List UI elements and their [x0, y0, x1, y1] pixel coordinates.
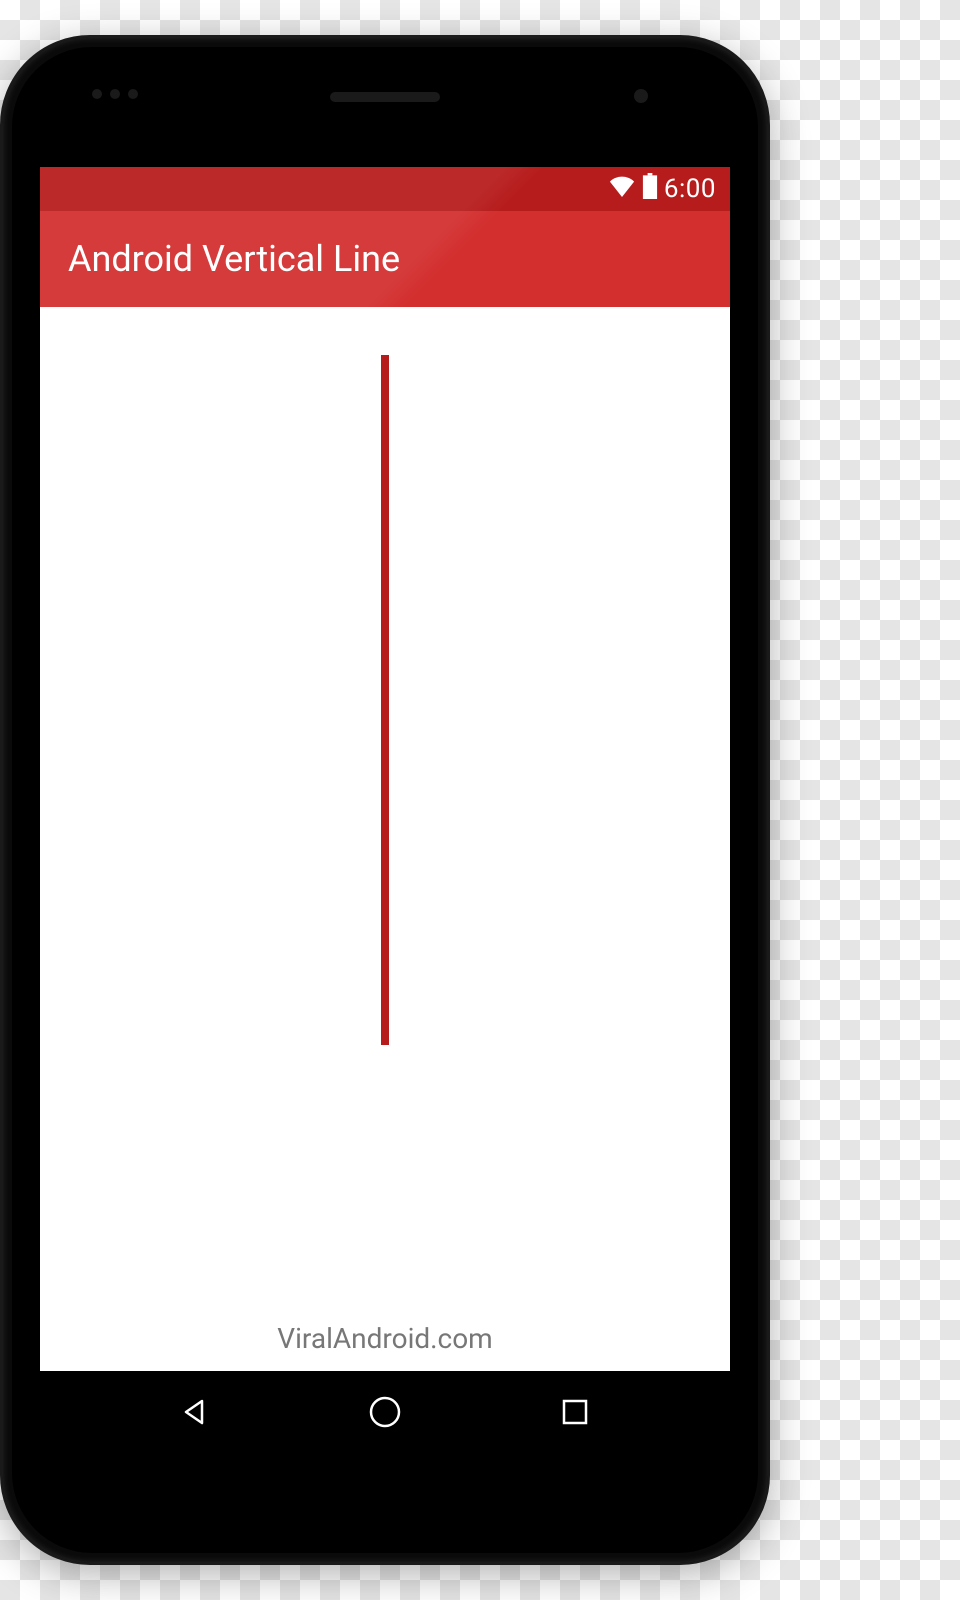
- android-status-bar[interactable]: 6:00: [40, 167, 730, 211]
- main-content-area: ViralAndroid.com: [40, 307, 730, 1371]
- vertical-line-view: [381, 355, 389, 1045]
- status-clock: 6:00: [664, 174, 716, 204]
- watermark-text: ViralAndroid.com: [277, 1322, 492, 1355]
- home-button[interactable]: [365, 1392, 405, 1432]
- app-title: Android Vertical Line: [68, 238, 400, 280]
- wifi-icon: [608, 174, 636, 204]
- android-navigation-bar: [40, 1371, 730, 1453]
- proximity-sensors: [92, 89, 138, 99]
- front-camera: [634, 89, 648, 103]
- recent-apps-button[interactable]: [555, 1392, 595, 1432]
- phone-device-frame: 6:00 Android Vertical Line ViralAndroid.…: [0, 35, 770, 1565]
- phone-screen: 6:00 Android Vertical Line ViralAndroid.…: [40, 167, 730, 1453]
- app-action-bar: Android Vertical Line: [40, 211, 730, 307]
- back-button[interactable]: [175, 1392, 215, 1432]
- battery-icon: [642, 173, 658, 206]
- phone-speaker: [330, 92, 440, 102]
